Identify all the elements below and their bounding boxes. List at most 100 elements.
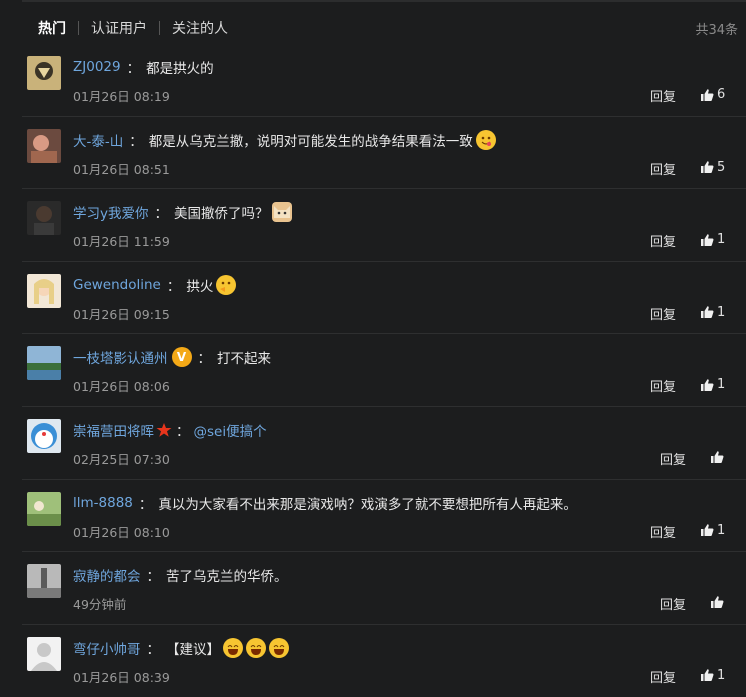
avatar[interactable] xyxy=(27,201,61,236)
reply-button[interactable]: 回复 xyxy=(650,231,676,250)
comment-time: 01月26日 08:06 xyxy=(73,379,170,395)
comment-time: 01月26日 08:39 xyxy=(73,669,170,685)
thumbs-up-icon xyxy=(701,161,714,174)
comment-username[interactable]: 学习y我爱你 xyxy=(73,202,149,222)
like-button[interactable]: 5 xyxy=(700,160,725,175)
thumbs-up-icon xyxy=(701,306,714,319)
comment-username[interactable]: 寂静的都会 xyxy=(73,565,141,585)
comment-username[interactable]: Gewendoline xyxy=(73,277,161,293)
comment-time: 01月26日 11:59 xyxy=(73,234,170,250)
thinking-emoji-icon xyxy=(216,274,237,295)
comment-time: 49分钟前 xyxy=(73,597,127,613)
comment-item: Gewendoline ： 拱火 01月26日 09:15 回复 1 xyxy=(22,262,746,335)
colon-separator: ： xyxy=(146,569,161,586)
comment-username[interactable]: 崇福营田将晖 xyxy=(73,420,154,440)
mention-link[interactable]: @sei便搞个 xyxy=(194,420,267,440)
like-count: 1 xyxy=(717,522,726,538)
reply-button[interactable]: 回复 xyxy=(650,304,676,323)
comment-username[interactable]: 弯仔小帅哥 xyxy=(73,638,141,658)
comment-item: 一枝塔影认通州 V ： 打不起来 01月26日 08:06 回复 1 xyxy=(22,334,746,407)
thumbs-up-icon xyxy=(711,596,724,609)
thumbs-up-icon xyxy=(701,379,714,391)
colon-separator: ： xyxy=(154,206,169,223)
tab-verified-users[interactable]: 认证用户 xyxy=(91,18,147,38)
star-icon xyxy=(156,422,172,437)
thumbs-up-icon xyxy=(701,669,714,682)
reply-button[interactable]: 回复 xyxy=(650,667,676,686)
thumbs-up-icon xyxy=(701,233,714,246)
tab-following[interactable]: 关注的人 xyxy=(172,18,228,38)
avatar[interactable] xyxy=(27,491,61,526)
thumbs-up-icon xyxy=(711,451,724,463)
comment-time: 01月26日 08:51 xyxy=(73,161,170,177)
like-button[interactable]: 1 xyxy=(700,232,725,247)
reply-button[interactable]: 回复 xyxy=(660,594,686,613)
like-button[interactable]: 6 xyxy=(700,87,725,102)
comment-username[interactable]: 一枝塔影认通州 xyxy=(73,347,168,367)
comment-text: 都是拱火的 xyxy=(146,61,214,77)
like-count: 1 xyxy=(717,232,726,248)
comment-list: ZJ0029 ： 都是拱火的 01月26日 08:19 回复 6 大-泰-山 ：… xyxy=(22,44,746,697)
comment-item: 弯仔小帅哥 ： 【建议】 01月26日 08:39 回复 1 xyxy=(22,625,746,697)
verified-badge-icon: V xyxy=(171,347,192,368)
laugh-emoji-icon xyxy=(269,637,289,658)
like-count: 1 xyxy=(717,667,726,683)
colon-separator: ： xyxy=(138,496,153,513)
comment-text: 都是从乌克兰撤，说明对可能发生的战争结果看法一致 xyxy=(148,133,473,150)
thumbs-up-icon xyxy=(701,524,714,537)
comment-item: 学习y我爱你 ： 美国撤侨了吗？ 01月26日 11:59 回复 1 xyxy=(22,189,746,262)
like-button[interactable]: 1 xyxy=(700,305,725,320)
cat-emoji-icon xyxy=(271,202,292,223)
comment-time: 01月26日 09:15 xyxy=(73,306,170,322)
like-count: 5 xyxy=(717,159,726,175)
like-count: 6 xyxy=(717,87,726,102)
comment-time: 01月26日 08:10 xyxy=(73,524,170,540)
avatar[interactable] xyxy=(27,346,61,381)
like-button[interactable] xyxy=(710,450,724,464)
colon-separator: ： xyxy=(176,423,190,440)
reply-button[interactable]: 回复 xyxy=(650,522,676,541)
tab-divider xyxy=(78,21,79,35)
comment-item: llm-8888 ： 真以为大家看不出来那是演戏呐？戏演多了就不要想把所有人再起… xyxy=(22,480,746,553)
avatar[interactable] xyxy=(27,418,61,453)
colon-separator: ： xyxy=(197,351,212,368)
reply-button[interactable]: 回复 xyxy=(650,86,676,105)
colon-separator: ： xyxy=(166,278,181,295)
like-button[interactable]: 1 xyxy=(700,377,725,392)
reply-button[interactable]: 回复 xyxy=(650,159,676,178)
avatar[interactable] xyxy=(27,56,61,90)
comment-username[interactable]: 大-泰-山 xyxy=(73,130,123,150)
comment-item: 大-泰-山 ： 都是从乌克兰撤，说明对可能发生的战争结果看法一致 01月26日 … xyxy=(22,117,746,190)
tab-hot[interactable]: 热门 xyxy=(38,18,66,38)
thumbs-up-icon xyxy=(701,88,714,101)
colon-separator: ： xyxy=(126,61,141,77)
reply-button[interactable]: 回复 xyxy=(660,449,686,468)
comment-username[interactable]: llm-8888 xyxy=(73,495,133,511)
comment-item: ZJ0029 ： 都是拱火的 01月26日 08:19 回复 6 xyxy=(22,44,746,117)
yum-emoji-icon xyxy=(475,129,496,150)
comment-text: 真以为大家看不出来那是演戏呐？戏演多了就不要想把所有人再起来。 xyxy=(158,496,577,513)
avatar[interactable] xyxy=(27,273,61,308)
reply-button[interactable]: 回复 xyxy=(650,376,676,395)
comment-text: 拱火 xyxy=(186,278,214,295)
comment-text: 【建议】 xyxy=(166,641,220,658)
comment-username[interactable]: ZJ0029 xyxy=(73,59,121,75)
filter-tabs: 热门 认证用户 关注的人 xyxy=(38,13,228,43)
like-button[interactable]: 1 xyxy=(700,523,725,538)
like-button[interactable] xyxy=(710,595,724,609)
comment-total-count: 共34条 xyxy=(695,23,738,38)
comment-text: 美国撤侨了吗？ xyxy=(174,206,269,223)
avatar[interactable] xyxy=(27,564,61,599)
colon-separator: ： xyxy=(146,641,161,658)
comment-time: 02月25日 07:30 xyxy=(73,451,170,467)
laugh-emoji-icon xyxy=(246,637,266,658)
avatar[interactable] xyxy=(27,636,61,671)
comment-text: 苦了乌克兰的华侨。 xyxy=(166,569,288,586)
laugh-emoji-icon xyxy=(223,637,243,658)
comment-item: 崇福营田将晖 ： @sei便搞个 02月25日 07:30 回复 xyxy=(22,407,746,480)
like-count: 1 xyxy=(717,377,726,393)
comment-time: 01月26日 08:19 xyxy=(73,89,170,104)
like-button[interactable]: 1 xyxy=(700,668,725,683)
avatar[interactable] xyxy=(27,128,61,163)
like-count: 1 xyxy=(717,304,726,320)
